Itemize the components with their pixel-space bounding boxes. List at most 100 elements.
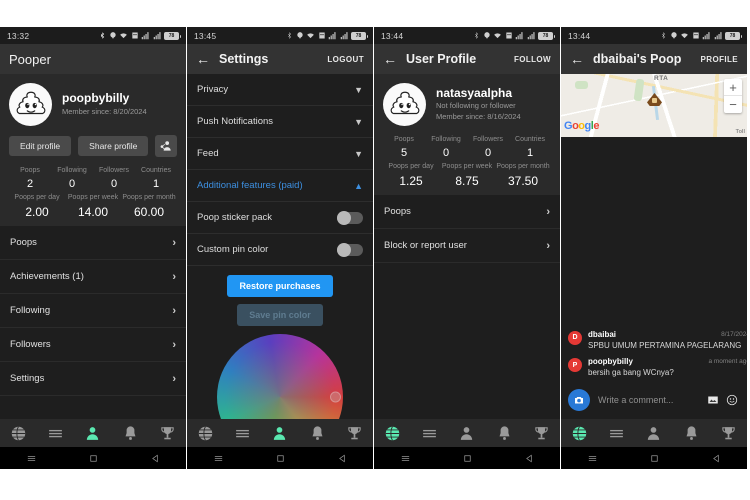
globe-icon[interactable] <box>10 425 27 442</box>
person-icon[interactable] <box>271 425 288 442</box>
settings-toggle-poop-sticker-pack[interactable]: Poop sticker pack <box>187 202 373 234</box>
profile-identity-row: poopbybilly Member since: 8/20/2024 <box>9 83 177 126</box>
restore-purchases-button[interactable]: Restore purchases <box>227 275 333 297</box>
menu-item-following[interactable]: Following › <box>0 294 186 329</box>
toggle-switch[interactable] <box>337 242 363 257</box>
comment-input[interactable]: Write a comment... <box>598 395 699 405</box>
bell-icon[interactable] <box>309 425 326 442</box>
profile-button[interactable]: PROFILE <box>701 55 738 64</box>
system-nav-bar <box>0 447 186 469</box>
settings-section-push-notifications[interactable]: Push Notifications ▼ <box>187 106 373 138</box>
image-icon[interactable] <box>707 394 719 406</box>
menu-icon[interactable] <box>26 453 37 464</box>
list-icon[interactable] <box>234 425 251 442</box>
zoom-in-button[interactable]: + <box>724 79 742 96</box>
bell-icon[interactable] <box>496 425 513 442</box>
color-wheel-handle[interactable] <box>330 391 341 403</box>
comment-avatar[interactable]: P <box>568 358 582 373</box>
menu-icon[interactable] <box>213 453 224 464</box>
edit-profile-button[interactable]: Edit profile <box>9 136 72 156</box>
trophy-icon[interactable] <box>720 425 737 442</box>
menu-item-followers[interactable]: Followers › <box>0 328 186 363</box>
menu-item-label: Poops <box>10 237 37 249</box>
settings-section-privacy[interactable]: Privacy ▼ <box>187 74 373 106</box>
person-icon[interactable] <box>84 425 101 442</box>
comments-list: D dbaibai SPBU UMUM PERTAMINA PAGELARANG… <box>561 330 747 419</box>
bottom-nav <box>187 419 373 447</box>
back-triangle-icon[interactable] <box>711 453 722 464</box>
add-friend-button[interactable] <box>155 135 177 157</box>
comment-row: D dbaibai SPBU UMUM PERTAMINA PAGELARANG… <box>568 330 747 352</box>
list-icon[interactable] <box>608 425 625 442</box>
globe-icon[interactable] <box>197 425 214 442</box>
chevron-right-icon: › <box>172 372 176 385</box>
stat-value: 14.00 <box>77 204 109 219</box>
status-icon-group: 78 <box>286 31 368 40</box>
google-logo: Google <box>564 120 599 132</box>
avatar[interactable] <box>9 83 52 126</box>
color-picker[interactable] <box>187 334 373 419</box>
back-triangle-icon[interactable] <box>524 453 535 464</box>
stat-label: Following <box>431 136 461 143</box>
battery-icon: 78 <box>164 31 181 40</box>
zoom-out-button[interactable]: − <box>724 96 742 113</box>
signal-bars-icon <box>328 32 336 40</box>
system-nav-bar <box>187 447 373 469</box>
back-arrow-icon[interactable]: ← <box>383 52 397 66</box>
map-view[interactable]: RTA Toll Google + − <box>561 74 747 137</box>
settings-toggle-custom-pin-color[interactable]: Custom pin color <box>187 234 373 266</box>
bell-icon[interactable] <box>122 425 139 442</box>
follow-button[interactable]: FOLLOW <box>514 55 551 64</box>
home-square-icon[interactable] <box>275 453 286 464</box>
trophy-icon[interactable] <box>346 425 363 442</box>
home-square-icon[interactable] <box>462 453 473 464</box>
menu-icon[interactable] <box>587 453 598 464</box>
home-square-icon[interactable] <box>649 453 660 464</box>
settings-section-feed[interactable]: Feed ▼ <box>187 138 373 170</box>
bottom-nav <box>0 419 186 447</box>
chevron-down-icon: ▼ <box>354 84 363 95</box>
comment-avatar[interactable]: D <box>568 330 582 345</box>
menu-item-poops[interactable]: Poops › <box>374 195 560 230</box>
back-arrow-icon[interactable]: ← <box>196 52 210 66</box>
stat-poops-per-day: Poops per day 1.25 <box>383 162 439 189</box>
trophy-icon[interactable] <box>159 425 176 442</box>
wifi-icon <box>494 33 501 39</box>
person-icon[interactable] <box>458 425 475 442</box>
share-profile-button[interactable]: Share profile <box>78 136 149 156</box>
status-icon-group: 78 <box>99 31 181 40</box>
emoji-icon[interactable] <box>726 394 738 406</box>
menu-item-poops[interactable]: Poops › <box>0 226 186 261</box>
system-nav-bar <box>561 447 747 469</box>
logout-button[interactable]: LOGOUT <box>327 55 364 64</box>
stat-poops: Poops 5 <box>383 135 425 160</box>
avatar[interactable] <box>383 83 426 126</box>
trophy-icon[interactable] <box>533 425 550 442</box>
color-wheel[interactable] <box>217 334 343 419</box>
battery-percent: 78 <box>729 32 736 39</box>
menu-item-settings[interactable]: Settings › <box>0 362 186 397</box>
back-arrow-icon[interactable]: ← <box>570 52 584 66</box>
globe-icon[interactable] <box>384 425 401 442</box>
globe-icon[interactable] <box>571 425 588 442</box>
settings-label: Poop sticker pack <box>197 212 272 223</box>
person-icon[interactable] <box>645 425 662 442</box>
stat-poops-per-week: Poops per week 14.00 <box>65 193 121 220</box>
toggle-switch[interactable] <box>337 210 363 225</box>
menu-item-block-report[interactable]: Block or report user › <box>374 229 560 264</box>
bell-icon[interactable] <box>683 425 700 442</box>
back-triangle-icon[interactable] <box>150 453 161 464</box>
settings-section-additional-features[interactable]: Additional features (paid) ▲ <box>187 170 373 202</box>
menu-icon[interactable] <box>400 453 411 464</box>
home-square-icon[interactable] <box>88 453 99 464</box>
bottom-nav <box>374 419 560 447</box>
comment-input-actions <box>707 394 738 406</box>
list-icon[interactable] <box>421 425 438 442</box>
list-icon[interactable] <box>47 425 64 442</box>
back-triangle-icon[interactable] <box>337 453 348 464</box>
menu-item-label: Following <box>10 305 51 317</box>
comment-row: P poopbybilly bersih ga bang WCnya? a mo… <box>568 357 747 379</box>
menu-item-achievements[interactable]: Achievements (1) › <box>0 260 186 295</box>
camera-button[interactable] <box>568 389 590 411</box>
stat-label: Poops <box>20 167 40 174</box>
